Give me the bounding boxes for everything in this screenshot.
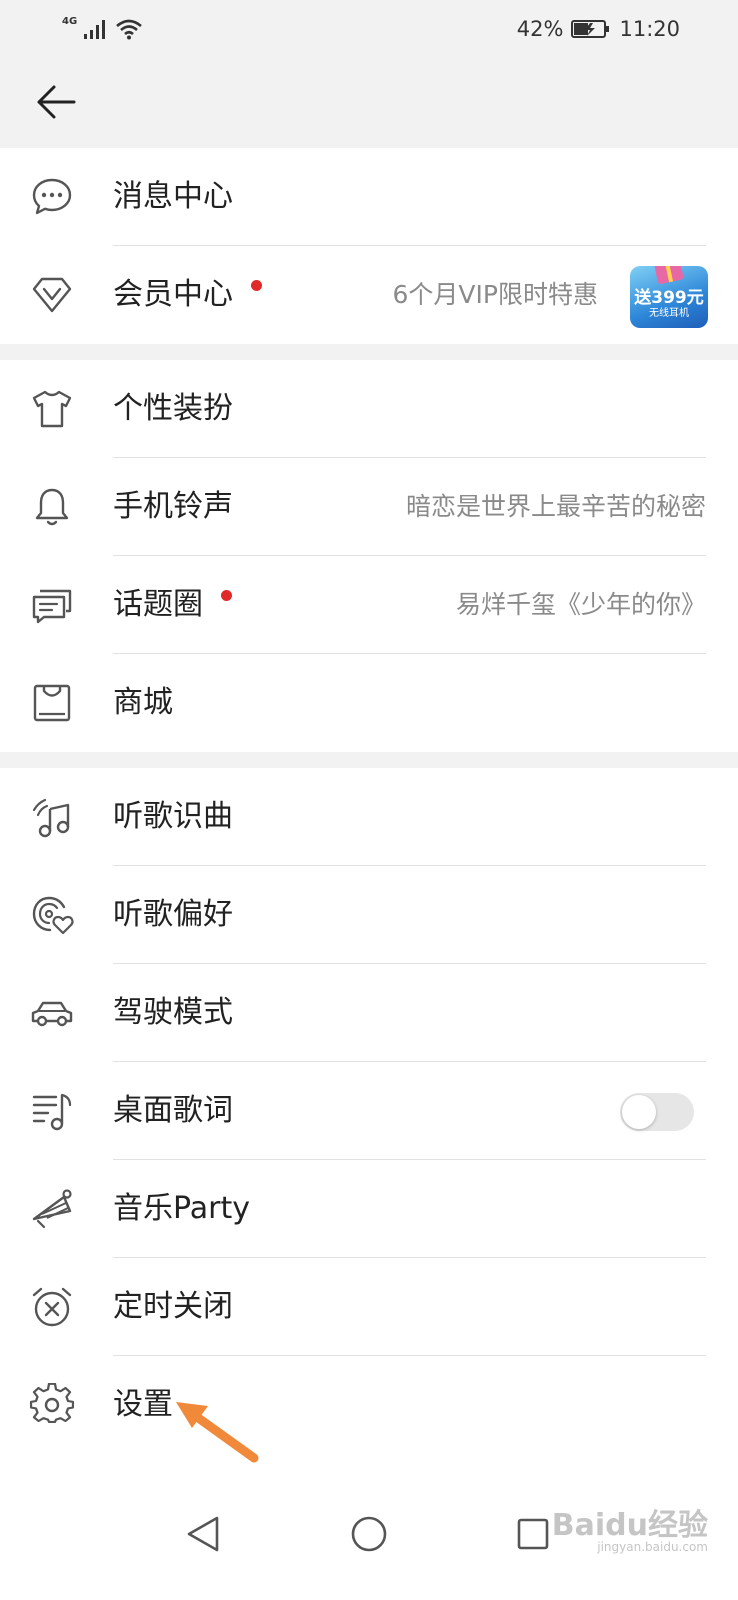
menu-item-label: 会员中心 [113, 246, 262, 344]
bell-icon [30, 485, 74, 529]
gift-icon [654, 266, 684, 285]
menu-item-label: 桌面歌词 [113, 1093, 233, 1128]
menu-item-label: 设置 [113, 1387, 173, 1422]
pointer-arrow-annotation [176, 1402, 259, 1463]
menu-item-label: 音乐Party [113, 1191, 250, 1226]
battery-charging-icon [571, 20, 610, 38]
wifi-icon [116, 19, 143, 40]
car-icon [30, 991, 74, 1035]
gear-icon [30, 1383, 74, 1427]
clock: 11:20 [619, 17, 680, 41]
chat-bubble-icon [30, 175, 74, 219]
triangle-back-icon [187, 1516, 219, 1552]
menu-item-text: 话题圈 [113, 587, 203, 622]
ringtone-value: 暗恋是世界上最辛苦的秘密 [405, 492, 706, 521]
shopping-bag-icon [30, 681, 74, 725]
party-hat-icon [30, 1187, 74, 1231]
menu-item-label: 驾驶模式 [113, 995, 233, 1030]
status-left: 4G [62, 16, 143, 42]
menu-item-preference[interactable]: 听歌偏好 [0, 866, 738, 964]
circle-home-icon [351, 1516, 387, 1552]
menu-item-label: 消息中心 [113, 179, 233, 214]
menu-section-1: 消息中心 会员中心 6个月VIP限时特惠 送399元 无线耳机 [0, 148, 738, 344]
vip-promo-text: 6个月VIP限时特惠 [392, 280, 598, 309]
lyrics-icon [30, 1089, 74, 1133]
nav-home-button[interactable] [341, 1506, 397, 1562]
music-note-wave-icon [30, 795, 74, 839]
section-gap [0, 344, 738, 360]
watermark-text: Baidu经验 [551, 1508, 708, 1543]
menu-item-party[interactable]: 音乐Party [0, 1160, 738, 1258]
menu-item-topics[interactable]: 话题圈 易烊千玺《少年的你》 [0, 556, 738, 654]
menu-item-drive[interactable]: 驾驶模式 [0, 964, 738, 1062]
menu-item-label: 话题圈 [113, 556, 232, 654]
menu-item-label: 听歌识曲 [113, 799, 233, 834]
vip-badge-line2: 无线耳机 [649, 308, 689, 319]
baidu-watermark: Baidu经验 jingyan.baidu.com [551, 1500, 708, 1554]
menu-item-text: 会员中心 [113, 277, 233, 312]
menu-item-vip[interactable]: 会员中心 6个月VIP限时特惠 送399元 无线耳机 [0, 246, 738, 344]
status-right: 42% 11:20 [517, 14, 680, 44]
menu-item-label: 听歌偏好 [113, 897, 233, 932]
alarm-off-icon [30, 1285, 74, 1329]
battery-percent: 42% [516, 17, 564, 41]
menu-item-ringtone[interactable]: 手机铃声 暗恋是世界上最辛苦的秘密 [0, 458, 738, 556]
header-bar [0, 58, 738, 148]
menu-item-recognize[interactable]: 听歌识曲 [0, 768, 738, 866]
menu-item-store[interactable]: 商城 [0, 654, 738, 752]
vip-badge-line1: 送399元 [634, 288, 704, 308]
menu-section-2: 个性装扮 手机铃声 暗恋是世界上最辛苦的秘密 话题圈 易烊千玺《少年的你》 商城 [0, 360, 738, 752]
red-dot-badge [221, 590, 232, 601]
menu-item-label: 个性装扮 [113, 391, 233, 426]
nav-back-button[interactable] [175, 1506, 231, 1562]
menu-item-theme[interactable]: 个性装扮 [0, 360, 738, 458]
section-gap [0, 752, 738, 768]
back-button[interactable] [30, 76, 82, 128]
topic-value: 易烊千玺《少年的你》 [455, 590, 706, 619]
red-dot-badge [251, 280, 262, 291]
status-bar: 4G 42% 11:20 [0, 0, 738, 58]
menu-item-label: 商城 [113, 685, 173, 720]
diamond-v-icon [30, 273, 74, 317]
toggle-knob [622, 1095, 656, 1129]
menu-item-settings[interactable]: 设置 [0, 1356, 738, 1454]
square-recents-icon [517, 1518, 549, 1550]
menu-section-3: 听歌识曲 听歌偏好 驾驶模式 桌面歌词 音乐Party 定时关闭 设置 [0, 768, 738, 1454]
desktop-lyrics-toggle[interactable] [620, 1093, 694, 1131]
menu-item-label: 手机铃声 [113, 489, 233, 524]
menu-item-messages[interactable]: 消息中心 [0, 148, 738, 246]
music-heart-icon [30, 893, 74, 937]
menu-item-lyrics[interactable]: 桌面歌词 [0, 1062, 738, 1160]
network-type: 4G [62, 15, 78, 27]
back-arrow-icon [37, 85, 76, 119]
menu-item-label: 定时关闭 [113, 1289, 233, 1324]
menu-item-timer[interactable]: 定时关闭 [0, 1258, 738, 1356]
topic-chat-icon [30, 583, 74, 627]
tshirt-icon [30, 387, 74, 431]
vip-promo-badge[interactable]: 送399元 无线耳机 [630, 266, 708, 328]
watermark-site: jingyan.baidu.com [597, 1540, 708, 1554]
signal-icon [84, 20, 106, 39]
